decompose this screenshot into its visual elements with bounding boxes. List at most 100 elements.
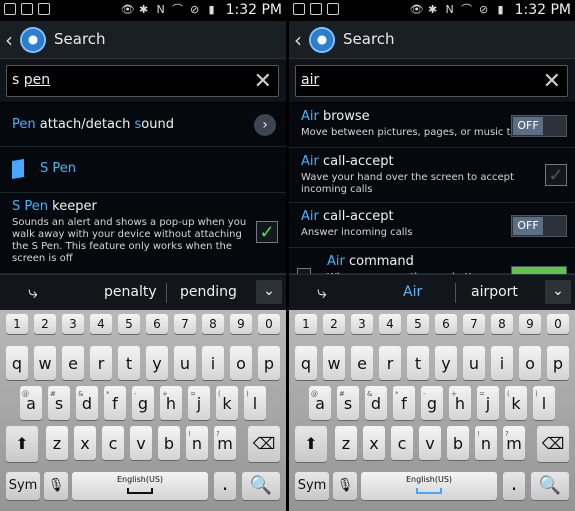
key-letter[interactable]: p bbox=[547, 346, 569, 380]
key-letter[interactable]: t bbox=[118, 346, 140, 380]
key-letter[interactable]: * f bbox=[393, 386, 415, 420]
key-letter[interactable]: @ a bbox=[309, 386, 331, 420]
result-row[interactable]: Air call-accept Wave your hand over the s… bbox=[289, 148, 575, 203]
result-row[interactable]: S Pen keeper Sounds an alert and shows a … bbox=[0, 193, 286, 274]
key-number[interactable]: 8 bbox=[202, 314, 224, 334]
key-letter[interactable]: (k bbox=[216, 386, 238, 420]
key-letter[interactable]: + h bbox=[449, 386, 471, 420]
key-letter[interactable]: ? m bbox=[214, 426, 236, 460]
key-number[interactable]: 5 bbox=[407, 314, 429, 334]
key-letter[interactable]: e bbox=[62, 346, 84, 380]
microphone-key-icon[interactable]: 🎙 bbox=[333, 472, 357, 500]
key-number[interactable]: 3 bbox=[351, 314, 373, 334]
key-number[interactable]: 6 bbox=[146, 314, 168, 334]
sym-key[interactable]: Sym bbox=[295, 472, 329, 500]
checkbox[interactable]: ✓ bbox=[545, 164, 567, 186]
key-letter[interactable]: i bbox=[491, 346, 513, 380]
key-number[interactable]: 6 bbox=[435, 314, 457, 334]
key-number[interactable]: 1 bbox=[295, 314, 317, 334]
checkbox[interactable]: ✓ bbox=[256, 221, 278, 243]
key-letter[interactable]: ) l bbox=[244, 386, 266, 420]
key-letter[interactable]: b bbox=[447, 426, 469, 460]
key-number[interactable]: 1 bbox=[6, 314, 28, 334]
key-number[interactable]: 8 bbox=[491, 314, 513, 334]
key-letter[interactable]: v bbox=[130, 426, 152, 460]
key-letter[interactable]: + h bbox=[160, 386, 182, 420]
key-letter[interactable]: o bbox=[230, 346, 252, 380]
suggestion-word[interactable]: penalty bbox=[104, 284, 157, 300]
result-row[interactable]: Air browse Move between pictures, pages, … bbox=[289, 103, 575, 148]
back-chevron-icon[interactable]: ‹ bbox=[294, 28, 302, 52]
chevron-right-icon[interactable]: › bbox=[254, 114, 276, 136]
microphone-key-icon[interactable]: 🎙 bbox=[44, 472, 68, 500]
space-key[interactable]: English(US) bbox=[361, 472, 497, 500]
key-number[interactable]: 7 bbox=[174, 314, 196, 334]
key-letter[interactable]: e bbox=[351, 346, 373, 380]
toggle-switch[interactable]: OFF bbox=[511, 115, 567, 137]
key-number[interactable]: 5 bbox=[118, 314, 140, 334]
suggestion-word[interactable]: pending bbox=[180, 284, 237, 300]
key-letter[interactable]: i bbox=[202, 346, 224, 380]
key-letter[interactable]: w bbox=[34, 346, 56, 380]
key-letter[interactable]: & d bbox=[76, 386, 98, 420]
toggle-switch[interactable]: OFF bbox=[511, 215, 567, 237]
key-number[interactable]: 2 bbox=[34, 314, 56, 334]
key-letter[interactable]: q bbox=[6, 346, 28, 380]
key-letter[interactable]: y bbox=[146, 346, 168, 380]
key-letter[interactable]: (k bbox=[505, 386, 527, 420]
shift-key-icon[interactable]: ⬆ bbox=[295, 426, 327, 462]
key-letter[interactable]: u bbox=[174, 346, 196, 380]
back-chevron-icon[interactable]: ‹ bbox=[5, 28, 13, 52]
search-key-icon[interactable]: 🔍 bbox=[242, 472, 280, 500]
key-letter[interactable]: -g bbox=[132, 386, 154, 420]
toggle-switch[interactable] bbox=[511, 266, 567, 274]
suggestions-expand-icon[interactable]: ⌄ bbox=[256, 280, 282, 304]
key-letter[interactable]: ? m bbox=[503, 426, 525, 460]
key-letter[interactable]: # s bbox=[337, 386, 359, 420]
suggestion-word[interactable]: airport bbox=[471, 284, 518, 300]
key-letter[interactable]: & d bbox=[365, 386, 387, 420]
suggestion-word[interactable]: Air bbox=[403, 284, 422, 300]
key-letter[interactable]: r bbox=[379, 346, 401, 380]
autocorrect-arrow-icon[interactable]: ⤷ bbox=[28, 283, 38, 303]
key-letter[interactable]: c bbox=[391, 426, 413, 460]
key-number[interactable]: 3 bbox=[62, 314, 84, 334]
key-letter[interactable]: ! n bbox=[186, 426, 208, 460]
key-number[interactable]: 0 bbox=[258, 314, 280, 334]
search-input[interactable]: s pen ✕ bbox=[6, 65, 279, 97]
key-letter[interactable]: r bbox=[90, 346, 112, 380]
key-number[interactable]: 9 bbox=[230, 314, 252, 334]
space-key[interactable]: English(US) bbox=[72, 472, 208, 500]
key-letter[interactable]: * f bbox=[104, 386, 126, 420]
backspace-key-icon[interactable]: ⌫ bbox=[537, 426, 569, 462]
backspace-key-icon[interactable]: ⌫ bbox=[248, 426, 280, 462]
key-letter[interactable]: o bbox=[519, 346, 541, 380]
key-letter[interactable]: w bbox=[323, 346, 345, 380]
key-number[interactable]: 9 bbox=[519, 314, 541, 334]
clear-search-icon[interactable]: ✕ bbox=[543, 69, 561, 94]
key-letter[interactable]: b bbox=[158, 426, 180, 460]
key-letter[interactable]: # s bbox=[48, 386, 70, 420]
key-letter[interactable]: p bbox=[258, 346, 280, 380]
search-input[interactable]: air ✕ bbox=[295, 65, 568, 97]
autocorrect-arrow-icon[interactable]: ⤷ bbox=[317, 283, 327, 303]
key-letter[interactable]: = j bbox=[477, 386, 499, 420]
key-letter[interactable]: @ a bbox=[20, 386, 42, 420]
search-key-icon[interactable]: 🔍 bbox=[531, 472, 569, 500]
key-letter[interactable]: z bbox=[46, 426, 68, 460]
key-letter[interactable]: ) l bbox=[533, 386, 555, 420]
key-letter[interactable]: = j bbox=[188, 386, 210, 420]
key-letter[interactable]: u bbox=[463, 346, 485, 380]
key-number[interactable]: 4 bbox=[379, 314, 401, 334]
key-letter[interactable]: z bbox=[335, 426, 357, 460]
key-letter[interactable]: t bbox=[407, 346, 429, 380]
result-row[interactable]: Air call-accept Answer incoming calls OFF bbox=[289, 203, 575, 248]
clear-search-icon[interactable]: ✕ bbox=[254, 69, 272, 94]
key-number[interactable]: 2 bbox=[323, 314, 345, 334]
key-letter[interactable]: y bbox=[435, 346, 457, 380]
key-letter[interactable]: -g bbox=[421, 386, 443, 420]
period-key[interactable]: . bbox=[214, 472, 236, 500]
key-number[interactable]: 7 bbox=[463, 314, 485, 334]
key-number[interactable]: 4 bbox=[90, 314, 112, 334]
key-letter[interactable]: x bbox=[363, 426, 385, 460]
